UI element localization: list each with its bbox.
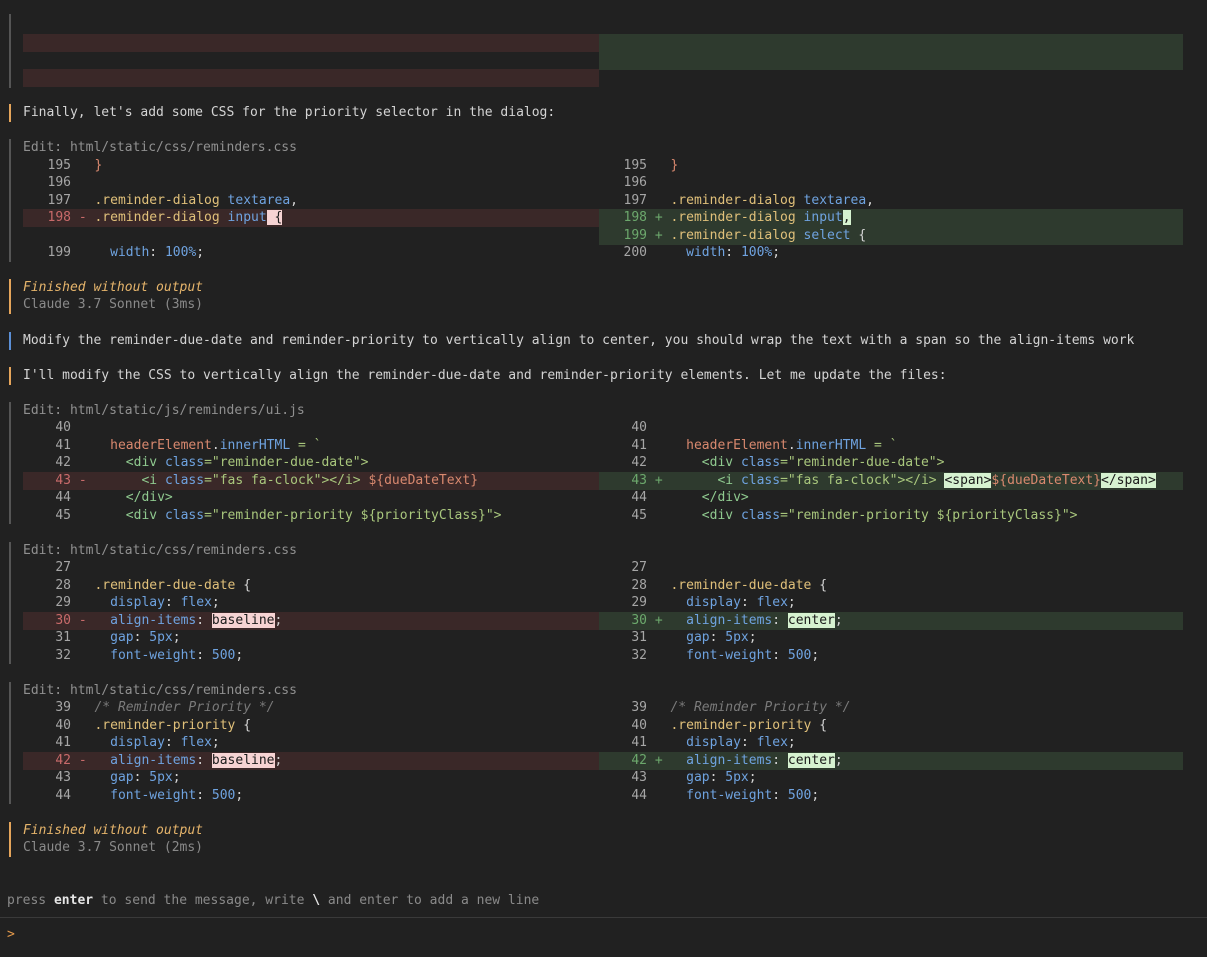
diff-line: 44 font-weight: 500; <box>55 788 244 803</box>
diff-line: 41 display: flex; <box>55 735 220 750</box>
diff-line: 42 <div class="reminder-due-date"> <box>631 455 945 470</box>
prompt-symbol: > <box>7 927 15 942</box>
user-msg-bar <box>9 332 11 350</box>
diff-line: 197 .reminder-dialog textarea, <box>47 193 298 208</box>
diff-line: 40 .reminder-priority { <box>55 718 252 733</box>
diff-line: 42 <div class="reminder-due-date"> <box>55 455 369 470</box>
diff-line: 197 .reminder-dialog textarea, <box>623 193 874 208</box>
assistant-message: I'll modify the CSS to vertically align … <box>23 368 947 383</box>
edit-header: Edit: html/static/js/reminders/ui.js <box>23 403 305 418</box>
diff-line: 199 width: 100%; <box>47 245 205 260</box>
diff-line: 31 gap: 5px; <box>55 630 181 645</box>
diff-line: 39 /* Reminder Priority */ <box>631 700 851 715</box>
diff-line: 41 headerElement.innerHTML = ` <box>631 438 898 453</box>
diff-line: 43 gap: 5px; <box>55 770 181 785</box>
status-text: Finished without output <box>23 280 204 295</box>
diff-line-added: 42 + align-items: center; <box>599 752 1183 770</box>
diff-line: 39 /* Reminder Priority */ <box>55 700 275 715</box>
diff-line: 147 const newContent = dialog.querySelec… <box>23 16 599 34</box>
diff-line-added: 148 + const newPriority = dialog.querySe… <box>599 34 1183 52</box>
diff-line: 43 gap: 5px; <box>631 770 757 785</box>
model-label: Claude 3.7 Sonnet (3ms) <box>23 297 204 312</box>
status-bar <box>9 822 11 857</box>
diff-line: 195 } <box>623 158 679 173</box>
diff-line: 40 <box>55 420 71 435</box>
user-message: Modify the reminder-due-date and reminde… <box>23 333 1135 348</box>
input-divider <box>0 917 1207 918</box>
diff-line-deleted: 43 - <i class="fas fa-clock"></i> ${dueD… <box>23 472 599 490</box>
diff-line: 44 </div> <box>631 490 749 505</box>
diff-gutter-bar <box>9 14 11 88</box>
diff-line: 44 font-weight: 500; <box>631 788 820 803</box>
diff-line: 27 <box>631 560 647 575</box>
diff-line: 196 <box>47 175 71 190</box>
diff-line-deleted: 149 - reminderManager.updateReminder(rem… <box>23 69 599 87</box>
diff-line: 41 headerElement.innerHTML = ` <box>55 438 322 453</box>
diff-line-added: 149 + if (newContent) { <box>599 52 1183 70</box>
status-bar <box>9 279 11 314</box>
edit-block-bar <box>9 542 11 664</box>
diff-line: 196 <box>623 175 647 190</box>
diff-line: 32 font-weight: 500; <box>55 648 244 663</box>
input-hint: press enter to send the message, write \… <box>7 893 540 908</box>
edit-block-bar <box>9 402 11 524</box>
diff-line-deleted: 30 - align-items: baseline; <box>23 612 599 630</box>
diff-line-added: 43 + <i class="fas fa-clock"></i> <span>… <box>599 472 1183 490</box>
diff-line-deleted: 198 - .reminder-dialog input { <box>23 209 599 227</box>
diff-line: 41 display: flex; <box>631 735 796 750</box>
diff-line: 32 font-weight: 500; <box>631 648 820 663</box>
diff-line: 45 <div class="reminder-priority ${prior… <box>631 508 1078 523</box>
assistant-msg-bar <box>9 367 11 385</box>
diff-line-deleted: 42 - align-items: baseline; <box>23 752 599 770</box>
diff-line: 31 gap: 5px; <box>631 630 757 645</box>
diff-line: 29 display: flex; <box>55 595 220 610</box>
diff-line: 29 display: flex; <box>631 595 796 610</box>
edit-block-bar <box>9 139 11 262</box>
diff-line: 45 <div class="reminder-priority ${prior… <box>55 508 502 523</box>
status-text: Finished without output <box>23 823 204 838</box>
assistant-message: Finally, let's add some CSS for the prio… <box>23 105 556 120</box>
diff-line-added: 199 + .reminder-dialog select { <box>599 227 1183 245</box>
diff-line: 28 .reminder-due-date { <box>631 578 828 593</box>
diff-line: 44 </div> <box>55 490 173 505</box>
diff-line-added: 198 + .reminder-dialog input, <box>599 209 1183 227</box>
diff-line: 147 const newContent = dialog.querySelec… <box>599 16 1183 34</box>
diff-line: 28 .reminder-due-date { <box>55 578 252 593</box>
diff-line: 40 <box>631 420 647 435</box>
edit-block-bar <box>9 682 11 804</box>
diff-line: 27 <box>55 560 71 575</box>
diff-line-added: 30 + align-items: center; <box>599 612 1183 630</box>
edit-header: Edit: html/static/css/reminders.css <box>23 543 297 558</box>
edit-header: Edit: html/static/css/reminders.css <box>23 140 297 155</box>
model-label: Claude 3.7 Sonnet (2ms) <box>23 840 204 855</box>
diff-line: 200 width: 100%; <box>623 245 781 260</box>
diff-line-deleted: 148 - if (newContent) { <box>23 34 599 52</box>
edit-header: Edit: html/static/css/reminders.css <box>23 683 297 698</box>
message-input[interactable]: > <box>0 926 1207 948</box>
diff-line: 195 } <box>47 158 103 173</box>
diff-line: 40 .reminder-priority { <box>631 718 828 733</box>
assistant-msg-bar <box>9 104 11 122</box>
